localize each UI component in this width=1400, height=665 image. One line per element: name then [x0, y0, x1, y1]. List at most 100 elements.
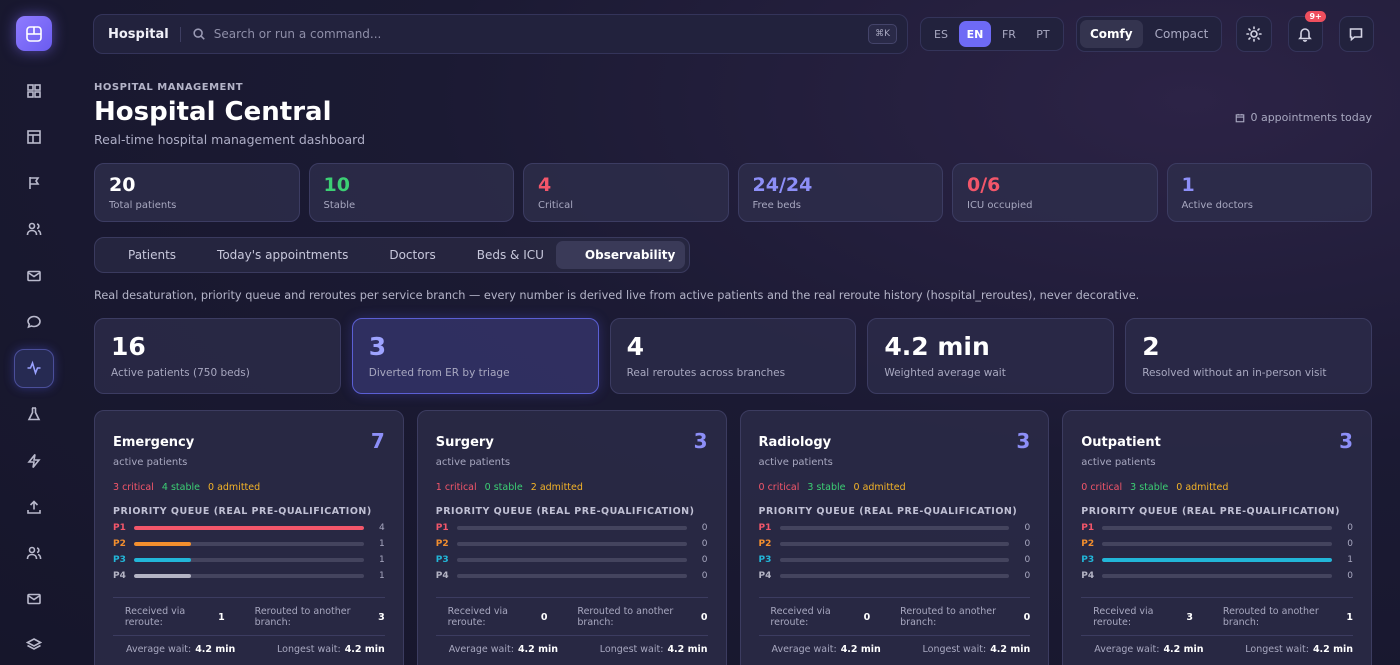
branch-subtitle: active patients	[435, 457, 511, 468]
kpi-label: Free beds	[752, 200, 801, 211]
priority-bar-track	[779, 526, 1010, 530]
wait-summary: Average wait: 4.2 min Longest wait: 4.2 min	[435, 635, 708, 655]
reroute-icon	[888, 613, 896, 622]
tab-patients[interactable]: Patients	[99, 241, 186, 269]
users-icon	[26, 546, 42, 560]
received-via-reroute: Received via reroute: 0	[436, 606, 548, 628]
tab-observability[interactable]: Observability	[555, 241, 686, 269]
priority-bar-track	[134, 526, 364, 530]
branch-card-surgery[interactable]: Surgery 3 active patients 1 critical 0 stabl…	[416, 410, 727, 665]
rerouted-to-branch-label: Rerouted to another branch:	[577, 606, 674, 628]
branch-subtitle: active patients	[113, 457, 188, 468]
command-search[interactable]: Hospital ⌘K	[93, 14, 908, 54]
admitted-count-label: admitted	[217, 482, 261, 493]
received-via-reroute-label: Received via reroute:	[770, 606, 831, 628]
sidebar-item-flags[interactable]	[14, 164, 54, 203]
kpi-cards: 20 Total patients 10 Stable 4 Critical 24/24 Fr…	[94, 163, 1372, 222]
language-es[interactable]: ES	[925, 21, 957, 47]
average-wait: Average wait: 4.2 min	[759, 644, 881, 655]
priority-bar-track	[1102, 558, 1332, 562]
sidebar-item-observability[interactable]	[14, 348, 54, 388]
reroute-summary: Received via reroute: 3 Rerouted to anothe…	[1081, 606, 1353, 628]
sidebar-item-team[interactable]	[14, 533, 54, 572]
messages-button[interactable]	[1338, 16, 1374, 52]
search-input[interactable]	[213, 27, 869, 41]
branch-status-counts: 0 critical 3 stable 0 admitted	[1081, 482, 1353, 493]
priority-count: 0	[701, 523, 708, 533]
grid-icon	[27, 84, 41, 98]
priority-bar-track	[1102, 574, 1332, 578]
sidebar-item-lab[interactable]	[14, 395, 54, 434]
priority-label: P3	[113, 555, 126, 565]
clock-icon	[1081, 645, 1090, 654]
shortcut-hint: ⌘K	[868, 24, 897, 44]
language-fr[interactable]: FR	[993, 21, 1025, 47]
reroute-icon	[759, 613, 767, 622]
lightning-icon	[27, 453, 41, 468]
app-logo-icon[interactable]	[16, 16, 52, 52]
tab-beds-icu[interactable]: Beds & ICU	[448, 241, 554, 269]
priority-label: P1	[758, 523, 772, 533]
sidebar-item-tables[interactable]	[14, 117, 54, 156]
critical-count-label: critical	[122, 482, 154, 493]
language-pt[interactable]: PT	[1027, 21, 1059, 47]
priority-count: 1	[379, 571, 385, 581]
sidebar-item-layers[interactable]	[14, 626, 54, 665]
sidebar-item-upload[interactable]	[14, 487, 54, 526]
priority-count: 0	[1024, 555, 1031, 565]
message-square-icon	[1350, 28, 1363, 42]
search-icon	[193, 28, 205, 40]
stable-count: 0 stable	[485, 482, 523, 493]
stat-real-reroutes-across-branches: 4 Real reroutes across branches	[609, 318, 857, 394]
longest-wait-value: 4.2 min	[1312, 644, 1353, 655]
notifications-button[interactable]: 9+	[1287, 11, 1326, 52]
priority-row-p2: P2 0	[759, 539, 1031, 549]
kpi-free-beds: 24/24 Free beds	[737, 163, 943, 222]
branch-card-emergency[interactable]: Emergency 7 active patients 3 critical 4 sta…	[94, 410, 404, 665]
density-comfy[interactable]: Comfy	[1079, 20, 1143, 48]
sidebar-item-inbox[interactable]	[14, 580, 54, 619]
received-via-reroute-value: 0	[863, 611, 871, 623]
priority-count: 0	[701, 539, 708, 549]
priority-row-p2: P2 0	[436, 539, 708, 549]
branch-status-counts: 0 critical 3 stable 0 admitted	[759, 482, 1031, 493]
stable-count-value: 3	[807, 482, 814, 493]
stable-count: 4 stable	[162, 482, 200, 493]
priority-count: 0	[1024, 571, 1031, 581]
reroute-icon	[565, 613, 573, 622]
sidebar-item-automations[interactable]	[14, 441, 54, 480]
longest-wait-value: 4.2 min	[344, 644, 385, 655]
sidebar-item-dashboard[interactable]	[14, 71, 54, 110]
priority-label: P2	[435, 539, 449, 549]
tab-today-s-appointments[interactable]: Today's appointments	[188, 241, 358, 269]
longest-wait: Longest wait: 4.2 min	[600, 644, 708, 655]
priority-bar-fill	[1102, 558, 1332, 562]
sidebar-item-chat[interactable]	[14, 302, 54, 341]
priority-label: P4	[758, 571, 772, 581]
branch-card-outpatient[interactable]: Outpatient 3 active patients 0 critical 3 st…	[1062, 410, 1372, 665]
stat-diverted-from-er-by-triage: 3 Diverted from ER by triage	[351, 318, 599, 394]
priority-count: 1	[379, 555, 385, 565]
priority-label: P2	[1081, 539, 1095, 549]
tab-doctors[interactable]: Doctors	[360, 241, 445, 269]
priority-queue-title: PRIORITY QUEUE (REAL PRE-QUALIFICATION)	[435, 506, 695, 517]
kpi-label: Stable	[323, 200, 356, 211]
density-compact[interactable]: Compact	[1145, 20, 1219, 48]
rerouted-to-branch-label: Rerouted to another branch:	[254, 606, 351, 628]
branch-card-radiology[interactable]: Radiology 3 active patients 0 critical 3 sta…	[739, 410, 1050, 665]
branch-subtitle: active patients	[758, 457, 833, 468]
priority-row-p3: P3 0	[436, 555, 708, 565]
app-name[interactable]: Hospital	[108, 26, 181, 42]
tab-label: Beds & ICU	[476, 248, 544, 262]
branch-patient-count: 3	[1339, 429, 1353, 453]
sidebar-item-users[interactable]	[14, 210, 54, 249]
page-title: Hospital Central	[94, 97, 332, 127]
average-wait: Average wait: 4.2 min	[113, 644, 235, 655]
chat-icon	[27, 315, 41, 329]
language-en[interactable]: EN	[958, 21, 991, 47]
sidebar-item-mail[interactable]	[14, 256, 54, 295]
priority-bar-fill	[134, 574, 192, 578]
priority-row-p4: P4 0	[1081, 571, 1353, 581]
priority-row-p1: P1 0	[759, 523, 1031, 533]
theme-toggle-button[interactable]	[1236, 16, 1272, 52]
